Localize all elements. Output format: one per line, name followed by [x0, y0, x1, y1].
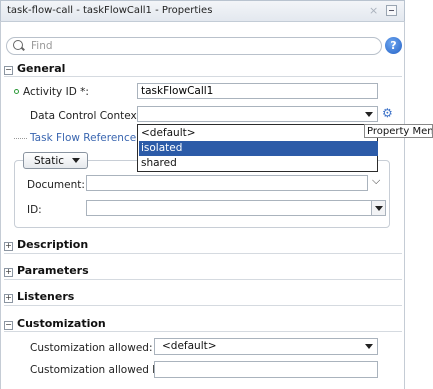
expand-icon[interactable]: +: [4, 294, 13, 303]
document-label: Document:: [27, 179, 85, 191]
activity-id-label: Activity ID *:: [23, 86, 89, 98]
search-icon: [13, 40, 23, 50]
section-listeners-label: Listeners: [17, 290, 75, 303]
section-divider: [4, 76, 402, 77]
section-divider: [4, 305, 402, 306]
property-menu-tooltip: Property Menu: [364, 124, 433, 138]
required-indicator-icon: [14, 89, 19, 94]
customization-allowed-select[interactable]: <default>: [154, 338, 378, 355]
data-control-context-dropdown-list[interactable]: <default> isolated shared: [137, 124, 378, 172]
data-control-context-label: Data Control Context:: [30, 110, 145, 122]
section-general-label: General: [17, 62, 66, 75]
section-customization-label: Customization: [17, 317, 106, 330]
gear-icon[interactable]: ⚙: [382, 106, 393, 120]
chevron-down-icon: [72, 158, 80, 163]
collapse-icon[interactable]: −: [4, 66, 13, 75]
section-general-header[interactable]: − General: [4, 62, 65, 75]
help-icon[interactable]: ?: [385, 37, 402, 54]
search-placeholder: Find: [31, 40, 53, 52]
customization-allowed-label: Customization allowed:: [30, 342, 153, 354]
chevron-down-icon[interactable]: ⌵: [372, 174, 380, 188]
section-divider: [4, 279, 402, 280]
customization-allowed-value: <default>: [162, 340, 217, 352]
section-customization-header[interactable]: − Customization: [4, 317, 106, 330]
expand-icon[interactable]: +: [4, 268, 13, 277]
static-mode-button[interactable]: Static: [23, 152, 88, 169]
expand-icon[interactable]: +: [4, 242, 13, 251]
section-parameters-label: Parameters: [17, 264, 89, 277]
dropdown-arrow-icon: [375, 206, 383, 211]
dropdown-option-default[interactable]: <default>: [139, 126, 378, 141]
dropdown-arrow-icon[interactable]: [365, 112, 373, 117]
customization-allowed-by-label: Customization allowed by:: [30, 364, 168, 376]
dropdown-option-isolated[interactable]: isolated: [139, 141, 378, 156]
panel-title: task-flow-call - taskFlowCall1 - Propert…: [7, 5, 213, 16]
task-flow-reference-label: Task Flow Reference: [30, 132, 137, 144]
id-combobox[interactable]: [86, 200, 386, 216]
document-field[interactable]: [86, 175, 368, 191]
static-mode-label: Static: [34, 155, 65, 167]
activity-id-field[interactable]: [137, 83, 378, 99]
section-parameters-header[interactable]: + Parameters: [4, 264, 89, 277]
section-description-header[interactable]: + Description: [4, 238, 88, 251]
id-label: ID:: [27, 204, 42, 216]
minimize-icon[interactable]: [386, 5, 397, 16]
collapse-icon[interactable]: −: [4, 321, 13, 330]
section-listeners-header[interactable]: + Listeners: [4, 290, 74, 303]
search-input[interactable]: Find: [6, 37, 382, 55]
section-description-label: Description: [17, 238, 89, 251]
tree-connector: [14, 138, 27, 139]
section-divider: [4, 331, 402, 332]
close-icon[interactable]: ×: [369, 4, 378, 17]
dropdown-option-shared[interactable]: shared: [139, 156, 378, 171]
data-control-context-combobox[interactable]: [137, 106, 378, 122]
customization-allowed-by-field[interactable]: [154, 361, 378, 378]
dropdown-arrow-icon: [365, 344, 373, 349]
panel-title-bar: task-flow-call - taskFlowCall1 - Propert…: [0, 0, 405, 22]
section-divider: [4, 253, 402, 254]
